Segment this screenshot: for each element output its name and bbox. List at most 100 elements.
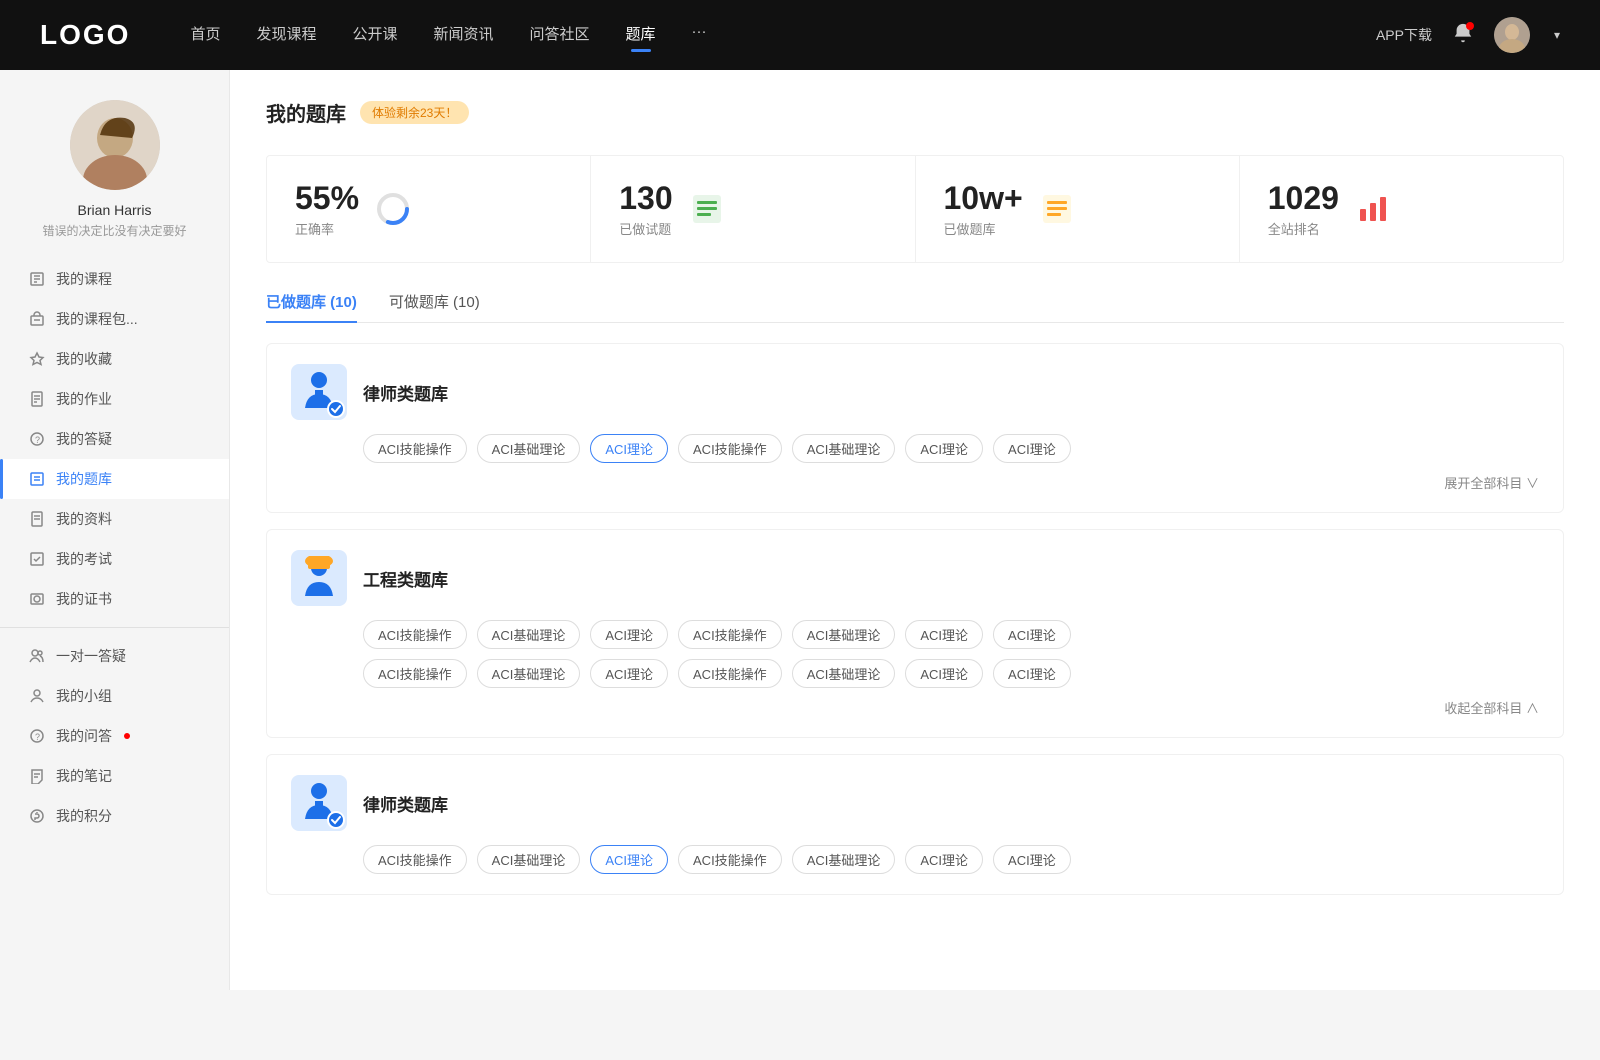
stats-row: 55% 正确率 130 已做试题 [266,155,1564,263]
group-icon [28,687,46,705]
note-icon [28,767,46,785]
tag[interactable]: ACI基础理论 [792,845,896,874]
tag[interactable]: ACI技能操作 [678,659,782,688]
tag[interactable]: ACI技能操作 [678,434,782,463]
sidebar-item-course[interactable]: 我的课程 [0,259,229,299]
trial-badge: 体验剩余23天！ [360,101,469,124]
collapse-link[interactable]: 收起全部科目 ∧ [1444,698,1539,717]
tag[interactable]: ACI基础理论 [792,659,896,688]
engineer-tags: ACI技能操作 ACI基础理论 ACI理论 ACI技能操作 ACI基础理论 AC… [363,620,1539,688]
tag[interactable]: ACI理论 [905,845,983,874]
user-avatar[interactable] [1494,17,1530,53]
stat-done-questions: 130 已做试题 [591,156,915,262]
notification-bell[interactable] [1452,22,1474,49]
tag-active[interactable]: ACI理论 [590,845,668,874]
sidebar-item-label: 我的问答 [56,726,112,746]
unread-dot [124,733,130,739]
one-icon [28,647,46,665]
nav-quiz[interactable]: 题库 [626,23,656,48]
sidebar-item-label: 我的小组 [56,686,112,706]
nav-home[interactable]: 首页 [190,23,220,48]
question-icon: ? [28,727,46,745]
cert-icon [28,590,46,608]
avatar-chevron[interactable]: ▾ [1554,28,1560,42]
lawyer-card-footer: 展开全部科目 ∨ [291,473,1539,492]
tab-done[interactable]: 已做题库 (10) [266,291,357,322]
sidebar-item-label: 我的题库 [56,469,112,489]
navbar-menu: 首页 发现课程 公开课 新闻资讯 问答社区 题库 ··· [190,23,1376,48]
sidebar-item-label: 我的考试 [56,549,112,569]
tag[interactable]: ACI理论 [993,659,1071,688]
tag[interactable]: ACI理论 [993,434,1071,463]
tag[interactable]: ACI基础理论 [792,434,896,463]
homework-icon [28,390,46,408]
sidebar-item-quiz[interactable]: 我的题库 [0,459,229,499]
rank-label: 全站排名 [1268,219,1339,238]
nav-qa[interactable]: 问答社区 [530,23,590,48]
sidebar-item-label: 我的积分 [56,806,112,826]
page-wrapper: Brian Harris 错误的决定比没有决定要好 我的课程 我的课程包... … [0,70,1600,990]
avatar-image [1494,17,1530,53]
sidebar-item-questions[interactable]: ? 我的问答 [0,716,229,756]
done-quizbanks-label: 已做题库 [944,219,1023,238]
nav-more[interactable]: ··· [692,23,707,48]
engineer-card-footer: 收起全部科目 ∧ [291,698,1539,717]
sidebar-item-qa[interactable]: ? 我的答疑 [0,419,229,459]
sidebar-item-favorites[interactable]: 我的收藏 [0,339,229,379]
sidebar-item-notes[interactable]: 我的笔记 [0,756,229,796]
tag[interactable]: ACI技能操作 [363,620,467,649]
accuracy-label: 正确率 [295,219,359,238]
sidebar-item-label: 一对一答疑 [56,646,126,666]
done-quizbanks-block: 10w+ 已做题库 [944,180,1023,238]
tag[interactable]: ACI技能操作 [678,845,782,874]
tag[interactable]: ACI理论 [590,620,668,649]
sidebar-item-homework[interactable]: 我的作业 [0,379,229,419]
tag[interactable]: ACI基础理论 [477,434,581,463]
nav-discover[interactable]: 发现课程 [256,23,316,48]
qa-icon: ? [28,430,46,448]
tag[interactable]: ACI理论 [905,434,983,463]
sidebar-divider [0,627,229,628]
nav-opencourse[interactable]: 公开课 [352,23,397,48]
sidebar-item-label: 我的课程 [56,269,112,289]
tag[interactable]: ACI基础理论 [792,620,896,649]
tag[interactable]: ACI技能操作 [363,434,467,463]
tag[interactable]: ACI理论 [590,659,668,688]
tag[interactable]: ACI技能操作 [363,659,467,688]
logo[interactable]: LOGO [40,19,130,51]
list-icon [689,191,725,227]
sidebar-item-points[interactable]: 我的积分 [0,796,229,836]
sidebar-item-group[interactable]: 我的小组 [0,676,229,716]
sidebar-item-files[interactable]: 我的资料 [0,499,229,539]
star-icon [28,350,46,368]
page-title: 我的题库 [266,98,346,127]
course-icon [28,270,46,288]
app-download-link[interactable]: APP下载 [1376,25,1432,45]
tag[interactable]: ACI基础理论 [477,659,581,688]
lawyer2-tags: ACI技能操作 ACI基础理论 ACI理论 ACI技能操作 ACI基础理论 AC… [363,845,1539,874]
tag[interactable]: ACI理论 [993,845,1071,874]
tag-active[interactable]: ACI理论 [590,434,668,463]
tag[interactable]: ACI技能操作 [363,845,467,874]
sidebar-item-exam[interactable]: 我的考试 [0,539,229,579]
sidebar-item-one-on-one[interactable]: 一对一答疑 [0,636,229,676]
tag[interactable]: ACI基础理论 [477,845,581,874]
lawyer2-card-title: 律师类题库 [363,791,448,816]
expand-link[interactable]: 展开全部科目 ∨ [1444,473,1539,492]
hardhat-icon-bg [291,550,347,606]
lawyer-icon-wrap [291,364,347,420]
tag[interactable]: ACI理论 [905,620,983,649]
tag[interactable]: ACI基础理论 [477,620,581,649]
tag[interactable]: ACI理论 [993,620,1071,649]
nav-news[interactable]: 新闻资讯 [434,23,494,48]
quiz-card-header: 律师类题库 [291,364,1539,420]
sidebar-avatar-wrap [0,100,229,190]
tab-available[interactable]: 可做题库 (10) [389,291,480,322]
tag[interactable]: ACI理论 [905,659,983,688]
tag[interactable]: ACI技能操作 [678,620,782,649]
sidebar-item-package[interactable]: 我的课程包... [0,299,229,339]
sidebar-item-cert[interactable]: 我的证书 [0,579,229,619]
book-icon [1039,191,1075,227]
sidebar-item-label: 我的答疑 [56,429,112,449]
sidebar-username: Brian Harris [0,202,229,218]
